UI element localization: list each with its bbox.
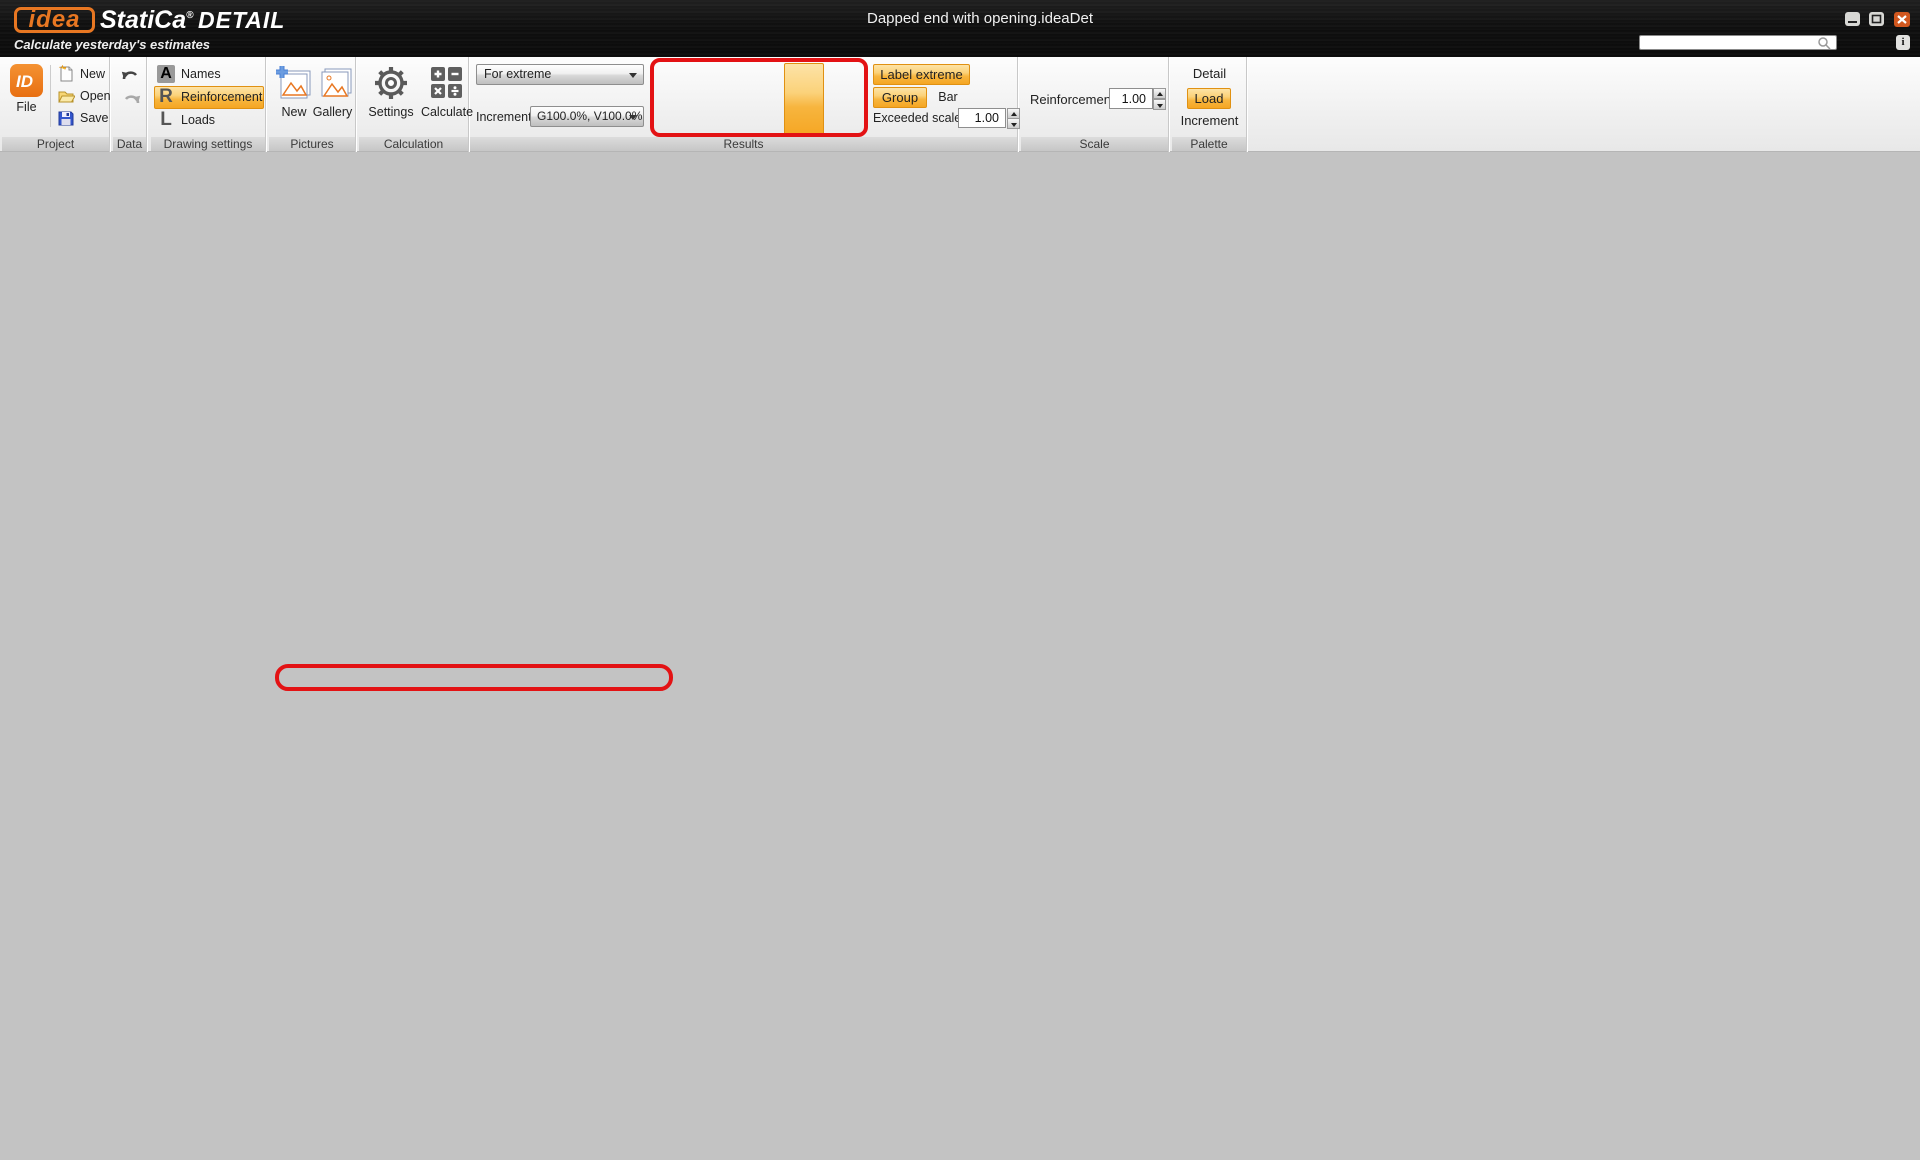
svg-text:ID: ID [16, 72, 33, 91]
